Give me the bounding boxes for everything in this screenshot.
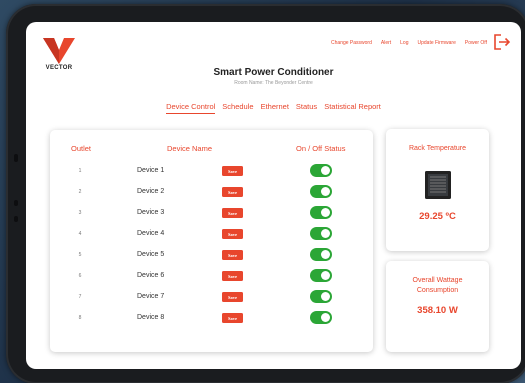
toggle-knob: [321, 229, 330, 238]
tab-bar: Device Control Schedule Ethernet Status …: [26, 102, 521, 114]
table-row: 2 Device 2 Save: [50, 185, 373, 199]
table-header: Outlet Device Name On / Off Status: [50, 144, 373, 156]
outlet-control-card: Outlet Device Name On / Off Status 1 Dev…: [50, 130, 373, 352]
device-name: Device 6: [137, 272, 165, 279]
page-title: Smart Power Conditioner: [213, 67, 334, 78]
outlet-column-header: Outlet: [71, 144, 92, 153]
device-name-column-header: Device Name: [167, 144, 213, 153]
save-button[interactable]: Save: [222, 313, 243, 323]
save-button[interactable]: Save: [222, 292, 243, 302]
toggle-knob: [321, 313, 330, 322]
table-row: 7 Device 7 Save: [50, 290, 373, 304]
alert-link[interactable]: Alert: [381, 40, 391, 46]
outlet-number: 2: [78, 189, 82, 195]
room-name: Room Name: The Beyonder Centre: [234, 80, 313, 86]
rack-temperature-card: Rack Temperature 29.25 ºC: [386, 129, 489, 251]
device-name: Device 1: [137, 167, 165, 174]
vector-logo-icon: [43, 38, 75, 64]
table-row: 1 Device 1 Save: [50, 164, 373, 178]
power-toggle[interactable]: [310, 269, 332, 282]
power-toggle[interactable]: [310, 164, 332, 177]
save-button[interactable]: Save: [222, 187, 243, 197]
outlet-number: 1: [78, 168, 82, 174]
save-button[interactable]: Save: [222, 229, 243, 239]
update-firmware-link[interactable]: Update Firmware: [418, 40, 456, 46]
wattage-title-line2: Consumption: [416, 287, 459, 294]
change-password-link[interactable]: Change Password: [331, 40, 372, 46]
tab-schedule[interactable]: Schedule: [222, 102, 253, 114]
toggle-knob: [321, 208, 330, 217]
side-button-2: [14, 200, 18, 206]
device-name: Device 7: [137, 293, 165, 300]
toggle-knob: [321, 166, 330, 175]
device-name: Device 5: [137, 251, 165, 258]
device-name: Device 2: [137, 188, 165, 195]
device-name: Device 8: [137, 314, 165, 321]
wattage-value: 358.10 W: [417, 305, 458, 316]
top-nav: Change Password Alert Log Update Firmwar…: [331, 40, 487, 46]
toggle-knob: [321, 271, 330, 280]
table-row: 4 Device 4 Save: [50, 227, 373, 241]
logout-icon: [494, 34, 511, 50]
outlet-number: 7: [78, 294, 82, 300]
tab-ethernet[interactable]: Ethernet: [261, 102, 289, 114]
save-button[interactable]: Save: [222, 208, 243, 218]
power-toggle[interactable]: [310, 227, 332, 240]
power-toggle[interactable]: [310, 311, 332, 324]
wattage-card: Overall Wattage Consumption 358.10 W: [386, 261, 489, 352]
table-row: 5 Device 5 Save: [50, 248, 373, 262]
outlet-number: 4: [78, 231, 82, 237]
power-toggle[interactable]: [310, 206, 332, 219]
app-screen: VECTOR Change Password Alert Log Update …: [26, 22, 521, 369]
toggle-knob: [321, 187, 330, 196]
device-name: Device 4: [137, 230, 165, 237]
tablet-frame: VECTOR Change Password Alert Log Update …: [6, 4, 525, 383]
toggle-knob: [321, 250, 330, 259]
power-off-link[interactable]: Power Off: [465, 40, 487, 46]
power-toggle[interactable]: [310, 290, 332, 303]
table-row: 8 Device 8 Save: [50, 311, 373, 325]
side-button-1: [14, 154, 18, 162]
outlet-number: 8: [78, 315, 82, 321]
status-column-header: On / Off Status: [296, 144, 346, 153]
outlet-number: 5: [78, 252, 82, 258]
outlet-number: 6: [78, 273, 82, 279]
device-name: Device 3: [137, 209, 165, 216]
power-toggle[interactable]: [310, 185, 332, 198]
log-link[interactable]: Log: [400, 40, 408, 46]
side-button-3: [14, 216, 18, 222]
toggle-knob: [321, 292, 330, 301]
rack-temperature-title: Rack Temperature: [408, 145, 467, 152]
server-rack-icon: [424, 171, 451, 199]
tab-status[interactable]: Status: [296, 102, 317, 114]
wattage-title-line1: Overall Wattage: [412, 277, 463, 284]
save-button[interactable]: Save: [222, 271, 243, 281]
logout-button[interactable]: [493, 34, 511, 50]
tab-statistical-report[interactable]: Statistical Report: [324, 102, 381, 114]
tab-device-control[interactable]: Device Control: [166, 102, 216, 114]
table-row: 6 Device 6 Save: [50, 269, 373, 283]
outlet-number: 3: [78, 210, 82, 216]
table-row: 3 Device 3 Save: [50, 206, 373, 220]
header: Smart Power Conditioner Room Name: The B…: [26, 67, 521, 86]
save-button[interactable]: Save: [222, 250, 243, 260]
save-button[interactable]: Save: [222, 166, 243, 176]
rack-temperature-value: 29.25 ºC: [419, 211, 456, 222]
power-toggle[interactable]: [310, 248, 332, 261]
